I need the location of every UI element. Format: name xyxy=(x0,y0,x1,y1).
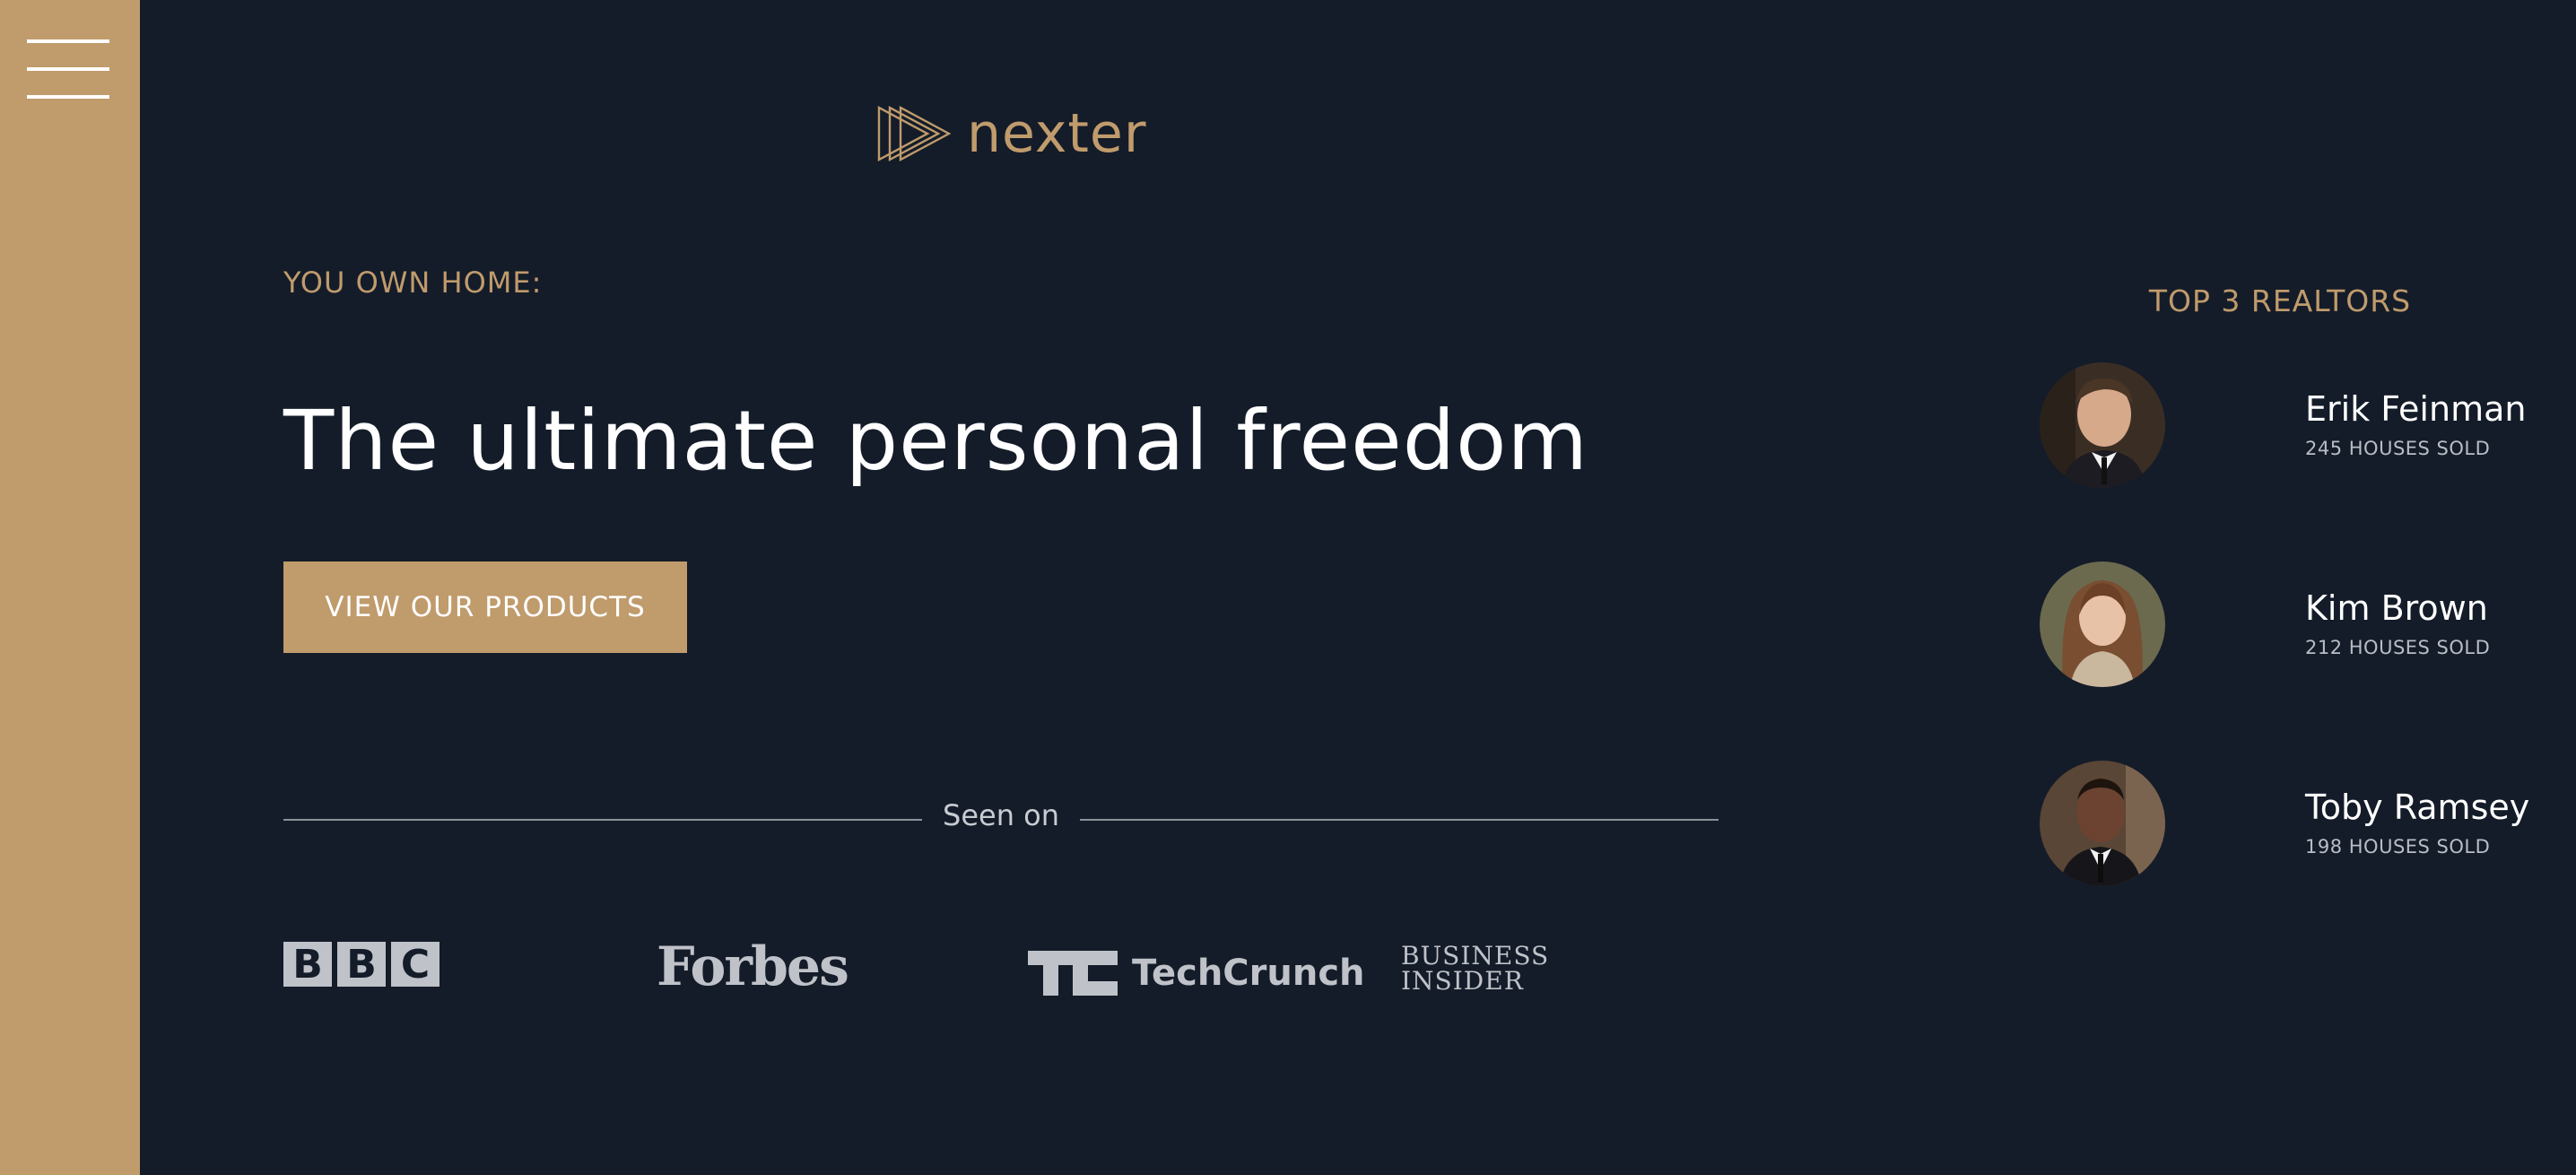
techcrunch-logo: TechCrunch xyxy=(1028,942,1365,1005)
view-products-button[interactable]: VIEW OUR PRODUCTS xyxy=(283,561,687,653)
realtor-card[interactable]: Kim Brown 212 HOUSES SOLD xyxy=(2040,561,2542,687)
realtor-card[interactable]: Toby Ramsey 198 HOUSES SOLD xyxy=(2040,761,2542,886)
divider-line-right xyxy=(1080,819,1719,821)
business-insider-logo: Business Insider xyxy=(1401,941,1550,996)
avatar xyxy=(2040,761,2165,886)
realtors-title: TOP 3 REALTORS xyxy=(2148,283,2412,318)
triple-triangle-play-icon xyxy=(877,106,951,161)
forbes-logo: Forbes xyxy=(657,936,849,998)
bbc-logo: B B C xyxy=(283,942,439,1005)
hamburger-menu-icon[interactable] xyxy=(27,39,111,100)
realtor-card[interactable]: Erik Feinman 245 HOUSES SOLD xyxy=(2040,362,2542,488)
brand-logo[interactable]: nexter xyxy=(877,102,1147,165)
realtor-houses-sold: 212 HOUSES SOLD xyxy=(2305,637,2491,658)
realtor-houses-sold: 245 HOUSES SOLD xyxy=(2305,438,2491,459)
seen-on-divider: Seen on xyxy=(283,798,1719,834)
techcrunch-tc-mark-icon xyxy=(1028,951,1118,996)
realtor-name: Erik Feinman xyxy=(2305,389,2527,429)
hero-eyebrow: YOU OWN HOME: xyxy=(283,265,543,300)
brand-name: nexter xyxy=(967,102,1147,165)
hero-title: The ultimate personal freedom xyxy=(283,393,1588,489)
sidebar xyxy=(0,0,140,1175)
realtor-name: Toby Ramsey xyxy=(2305,788,2530,827)
realtor-houses-sold: 198 HOUSES SOLD xyxy=(2305,836,2491,857)
realtor-name: Kim Brown xyxy=(2305,588,2488,628)
avatar xyxy=(2040,561,2165,687)
avatar xyxy=(2040,362,2165,488)
seen-on-label: Seen on xyxy=(943,798,1059,832)
divider-line-left xyxy=(283,819,922,821)
main-content: nexter YOU OWN HOME: The ultimate person… xyxy=(140,0,2576,1175)
